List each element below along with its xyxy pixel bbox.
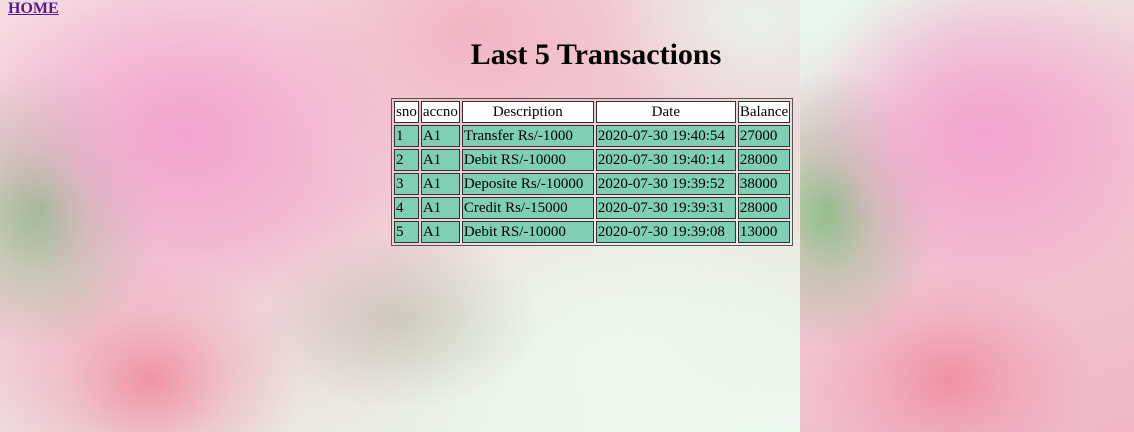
cell-sno: 1 — [394, 125, 419, 147]
cell-date: 2020-07-30 19:40:54 — [595, 125, 736, 147]
cell-sno: 2 — [394, 149, 419, 171]
cell-description: Deposite Rs/-10000 — [461, 173, 594, 195]
column-header-accno: accno — [420, 101, 460, 123]
cell-balance: 28000 — [737, 149, 791, 171]
cell-accno: A1 — [420, 221, 460, 243]
cell-description: Credit Rs/-15000 — [461, 197, 594, 219]
table-header-row: sno accno Description Date Balance — [394, 101, 791, 123]
cell-balance: 27000 — [737, 125, 791, 147]
cell-date: 2020-07-30 19:39:31 — [595, 197, 736, 219]
cell-sno: 3 — [394, 173, 419, 195]
table-row: 1 A1 Transfer Rs/-1000 2020-07-30 19:40:… — [394, 125, 791, 147]
cell-accno: A1 — [420, 197, 460, 219]
column-header-description: Description — [461, 101, 594, 123]
cell-accno: A1 — [420, 173, 460, 195]
page-title: Last 5 Transactions — [470, 38, 722, 71]
cell-accno: A1 — [420, 125, 460, 147]
cell-description: Transfer Rs/-1000 — [461, 125, 594, 147]
home-link[interactable]: HOME — [8, 0, 59, 18]
cell-date: 2020-07-30 19:39:52 — [595, 173, 736, 195]
column-header-balance: Balance — [737, 101, 791, 123]
cell-description: Debit RS/-10000 — [461, 149, 594, 171]
cell-balance: 13000 — [737, 221, 791, 243]
cell-date: 2020-07-30 19:39:08 — [595, 221, 736, 243]
transactions-table: sno accno Description Date Balance 1 A1 … — [391, 98, 794, 246]
cell-date: 2020-07-30 19:40:14 — [595, 149, 736, 171]
cell-balance: 28000 — [737, 197, 791, 219]
cell-balance: 38000 — [737, 173, 791, 195]
table-row: 3 A1 Deposite Rs/-10000 2020-07-30 19:39… — [394, 173, 791, 195]
cell-description: Debit RS/-10000 — [461, 221, 594, 243]
table-row: 5 A1 Debit RS/-10000 2020-07-30 19:39:08… — [394, 221, 791, 243]
cell-sno: 4 — [394, 197, 419, 219]
cell-sno: 5 — [394, 221, 419, 243]
table-row: 4 A1 Credit Rs/-15000 2020-07-30 19:39:3… — [394, 197, 791, 219]
column-header-sno: sno — [394, 101, 419, 123]
table-row: 2 A1 Debit RS/-10000 2020-07-30 19:40:14… — [394, 149, 791, 171]
cell-accno: A1 — [420, 149, 460, 171]
column-header-date: Date — [595, 101, 736, 123]
